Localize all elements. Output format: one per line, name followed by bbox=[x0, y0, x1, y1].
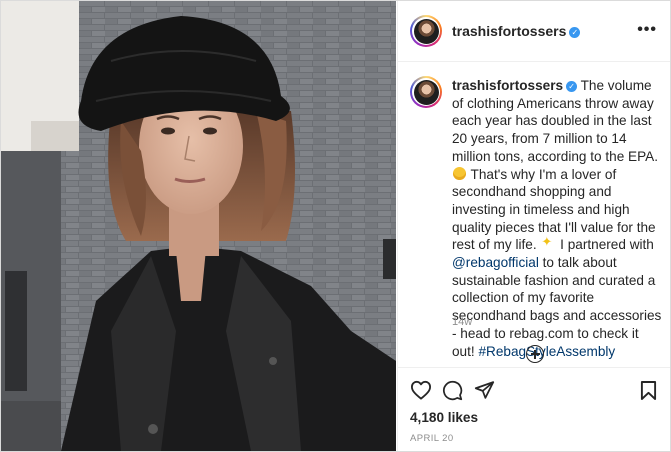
avatar-image bbox=[413, 18, 439, 44]
post-date[interactable]: APRIL 20 bbox=[410, 433, 454, 444]
verified-badge-icon: ✓ bbox=[569, 27, 581, 38]
post-header: trashisfortossers ✓ ••• bbox=[398, 1, 670, 62]
post-actions: 4,180 likes APRIL 20 bbox=[398, 367, 670, 451]
photo-illustration bbox=[1, 1, 396, 451]
avatar-image bbox=[413, 79, 439, 105]
caption-time-ago[interactable]: 14w bbox=[452, 316, 472, 328]
plus-circle-icon[interactable] bbox=[526, 345, 544, 363]
avatar-ring-inner bbox=[412, 78, 440, 106]
scream-face-emoji-icon bbox=[453, 166, 466, 180]
caption-mention-link[interactable]: @rebagofficial bbox=[452, 255, 539, 270]
sparkles-emoji-icon bbox=[541, 233, 555, 251]
caption-area: trashisfortossers ✓ The volume of clothin… bbox=[398, 62, 670, 367]
paper-plane-icon[interactable] bbox=[474, 380, 495, 400]
author-username[interactable]: trashisfortossers ✓ bbox=[452, 23, 581, 39]
author-avatar[interactable] bbox=[410, 15, 442, 47]
comment-bubble-icon[interactable] bbox=[442, 380, 463, 401]
instagram-post-window: trashisfortossers ✓ ••• trashisfortossers… bbox=[0, 0, 671, 452]
caption-author-avatar[interactable] bbox=[410, 76, 442, 108]
author-username-text[interactable]: trashisfortossers bbox=[452, 23, 566, 39]
likes-count[interactable]: 4,180 likes bbox=[410, 410, 478, 425]
post-caption: trashisfortossers ✓ The volume of clothin… bbox=[452, 77, 662, 360]
caption-author-username[interactable]: trashisfortossers bbox=[452, 78, 563, 93]
bookmark-icon[interactable] bbox=[640, 380, 657, 401]
post-side-panel: trashisfortossers ✓ ••• trashisfortossers… bbox=[397, 1, 670, 451]
caption-text-part3: I partnered with bbox=[556, 237, 654, 253]
more-horizontal-icon[interactable]: ••• bbox=[637, 21, 657, 39]
caption-hashtag-link[interactable]: #RebagStyleAssembly bbox=[478, 344, 615, 359]
avatar-ring-inner bbox=[412, 17, 440, 45]
post-photo[interactable] bbox=[1, 1, 396, 451]
heart-icon[interactable] bbox=[410, 380, 432, 400]
verified-badge-icon: ✓ bbox=[566, 81, 578, 92]
